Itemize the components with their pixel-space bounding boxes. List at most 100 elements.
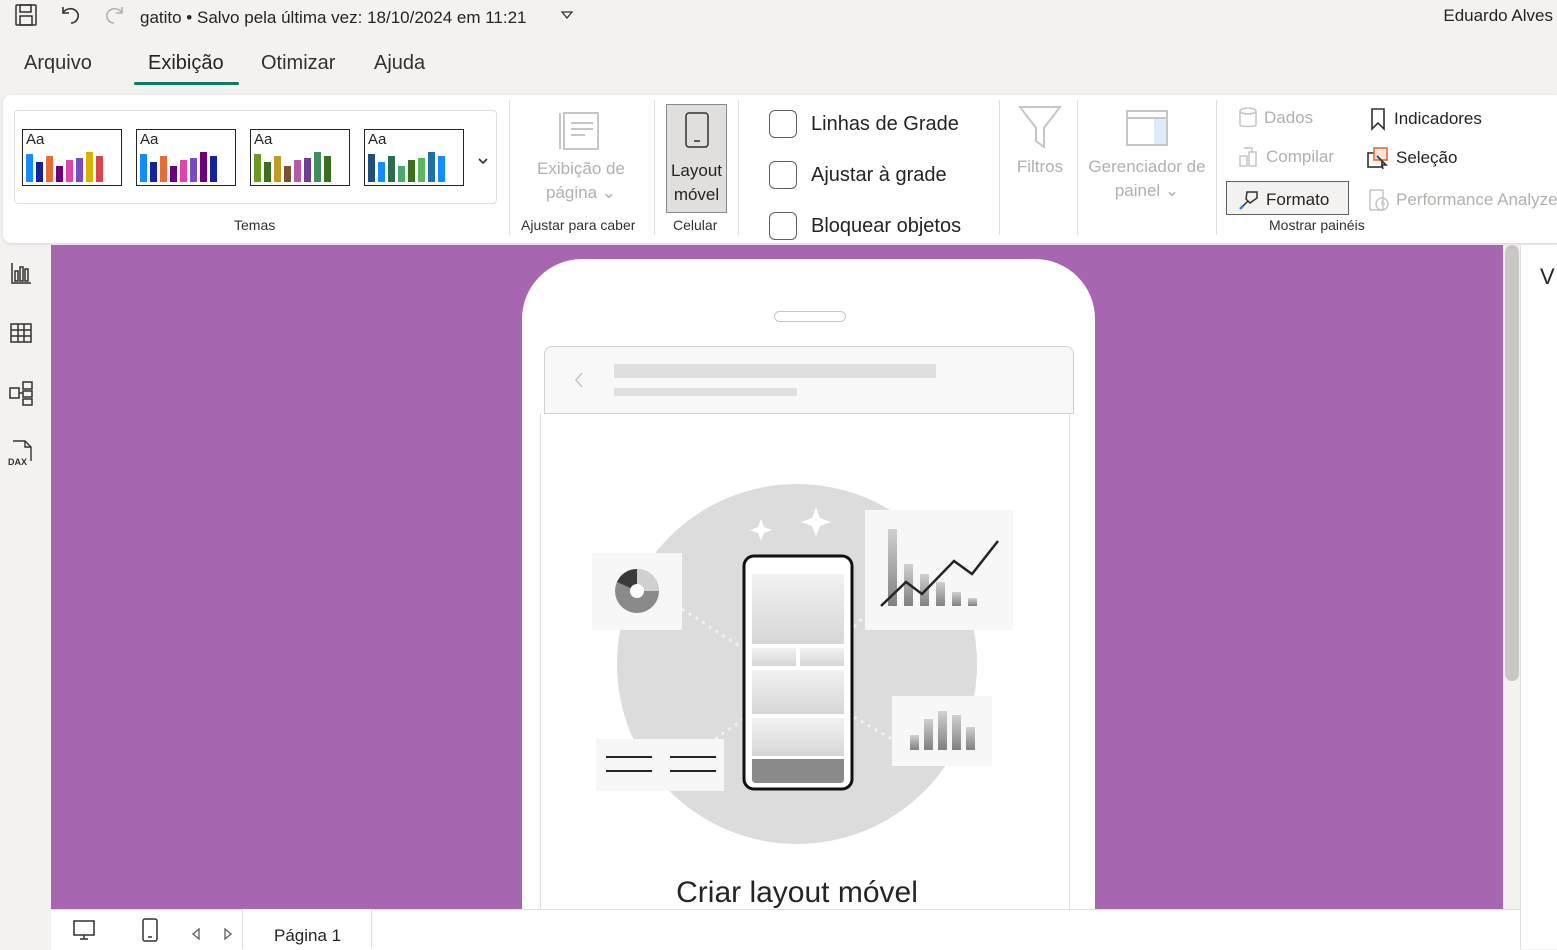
theme-bar: [314, 152, 321, 182]
theme-label: Aa: [140, 131, 159, 148]
ribbon-divider: [1077, 100, 1078, 235]
build-icon: [1239, 147, 1257, 167]
selection-pane-button[interactable]: Seleção: [1366, 146, 1457, 170]
tab-arquivo[interactable]: Arquivo: [24, 52, 92, 75]
theme-bars: [368, 150, 445, 182]
theme-bar: [398, 166, 405, 182]
active-tab-indicator: [134, 82, 239, 85]
performance-analyzer-button[interactable]: Performance Analyzer: [1368, 188, 1557, 212]
svg-text:DAX: DAX: [8, 457, 27, 467]
theme-bar: [284, 166, 291, 182]
previous-page-icon[interactable]: [190, 927, 202, 946]
database-icon: [1239, 107, 1257, 128]
mobile-layout-illustration: [592, 484, 1013, 844]
mobile-layout-label-1: Layout: [670, 161, 723, 180]
phone-header-placeholder: [544, 346, 1074, 414]
tab-otimizar[interactable]: Otimizar: [261, 52, 335, 75]
ribbon-divider: [1216, 100, 1217, 235]
theme-bar: [304, 158, 311, 182]
user-name[interactable]: Eduardo Alves: [1443, 6, 1553, 26]
back-chevron-icon: [574, 372, 583, 388]
mobile-layout-view-icon[interactable]: [140, 917, 160, 948]
panel-manager-icon: [1125, 109, 1169, 152]
theme-bar: [180, 160, 187, 182]
header-placeholder-line: [614, 364, 936, 378]
theme-bar: [438, 156, 445, 182]
report-view-icon[interactable]: [6, 258, 36, 288]
dax-query-view-icon[interactable]: DAX: [6, 438, 36, 468]
theme-swatch[interactable]: Aa: [136, 129, 236, 186]
table-view-icon[interactable]: [6, 318, 36, 348]
snap-to-grid-checkbox[interactable]: [769, 161, 797, 189]
page-view-label-1: Exibição de: [537, 159, 625, 178]
theme-bar: [264, 162, 271, 182]
selection-pane-label: Seleção: [1396, 148, 1458, 167]
gallery-expand-icon[interactable]: [477, 153, 489, 171]
format-pane-button[interactable]: Formato: [1226, 181, 1349, 215]
filters-button[interactable]: Filtros: [1010, 155, 1070, 179]
model-view-icon[interactable]: [6, 378, 36, 408]
canvas-vertical-scrollbar[interactable]: [1505, 245, 1519, 681]
theme-bar: [200, 152, 207, 182]
theme-bar: [56, 166, 63, 182]
lock-objects-label: Bloquear objetos: [811, 215, 962, 237]
page-tab[interactable]: Página 1: [242, 909, 372, 949]
selection-cursor-icon: [1367, 147, 1388, 170]
group-label-celular: Celular: [673, 217, 718, 233]
next-page-icon[interactable]: [222, 927, 234, 946]
bookmarks-pane-button[interactable]: Indicadores: [1368, 107, 1482, 131]
page-view-button[interactable]: Exibição de página ⌄: [530, 157, 632, 205]
theme-label: Aa: [254, 131, 273, 148]
tab-ajuda[interactable]: Ajuda: [374, 52, 425, 75]
theme-bar: [150, 162, 157, 182]
theme-bar: [170, 166, 177, 182]
desktop-layout-icon[interactable]: [72, 918, 96, 947]
tab-exibicao[interactable]: Exibição: [148, 52, 224, 75]
panel-manager-button[interactable]: Gerenciador de painel ⌄: [1082, 155, 1212, 203]
mobile-layout-label-2: móvel: [673, 185, 720, 204]
data-pane-button[interactable]: Dados: [1238, 107, 1313, 129]
theme-bar: [418, 158, 425, 182]
theme-bar: [324, 156, 331, 182]
data-pane-label: Dados: [1264, 108, 1314, 127]
ribbon-divider: [654, 100, 655, 235]
ribbon-divider: [999, 100, 1000, 235]
report-canvas[interactable]: Criar layout móvel: [51, 245, 1503, 909]
bookmark-icon: [1371, 108, 1385, 131]
theme-bar: [408, 160, 415, 182]
theme-bar: [254, 154, 261, 182]
theme-bar: [388, 156, 395, 182]
theme-bar: [36, 162, 43, 182]
theme-bar: [190, 158, 197, 182]
gridlines-label: Linhas de Grade: [811, 113, 959, 135]
theme-bar: [274, 156, 281, 182]
group-label-temas: Temas: [234, 217, 276, 233]
right-pane-title: V: [1540, 264, 1555, 289]
redo-icon: [102, 2, 128, 28]
theme-bars: [254, 150, 331, 182]
theme-bars: [26, 150, 103, 182]
theme-swatch[interactable]: Aa: [22, 129, 122, 186]
theme-bars: [140, 150, 217, 182]
theme-label: Aa: [26, 131, 45, 148]
theme-swatch[interactable]: Aa: [364, 129, 464, 186]
chevron-down-icon[interactable]: [560, 8, 574, 27]
save-icon[interactable]: [13, 2, 39, 28]
theme-swatch[interactable]: Aa: [250, 129, 350, 186]
lock-objects-checkbox[interactable]: [769, 212, 797, 240]
theme-bar: [368, 154, 375, 182]
document-title: gatito • Salvo pela última vez: 18/10/20…: [140, 8, 527, 27]
group-label-ajustar: Ajustar para caber: [521, 217, 636, 233]
mobile-layout-button[interactable]: Layout móvel: [666, 104, 727, 213]
header-placeholder-line: [614, 388, 797, 396]
build-pane-button[interactable]: Compilar: [1238, 146, 1334, 168]
theme-bar: [86, 152, 93, 182]
theme-bar: [66, 160, 73, 182]
page-tab-label: Página 1: [274, 926, 342, 945]
page-view-icon: [559, 107, 603, 158]
theme-bar: [140, 154, 147, 182]
format-brush-icon: [1239, 191, 1258, 210]
gridlines-checkbox[interactable]: [769, 110, 797, 138]
mobile-canvas: Criar layout móvel: [522, 259, 1095, 909]
undo-icon[interactable]: [57, 2, 83, 28]
